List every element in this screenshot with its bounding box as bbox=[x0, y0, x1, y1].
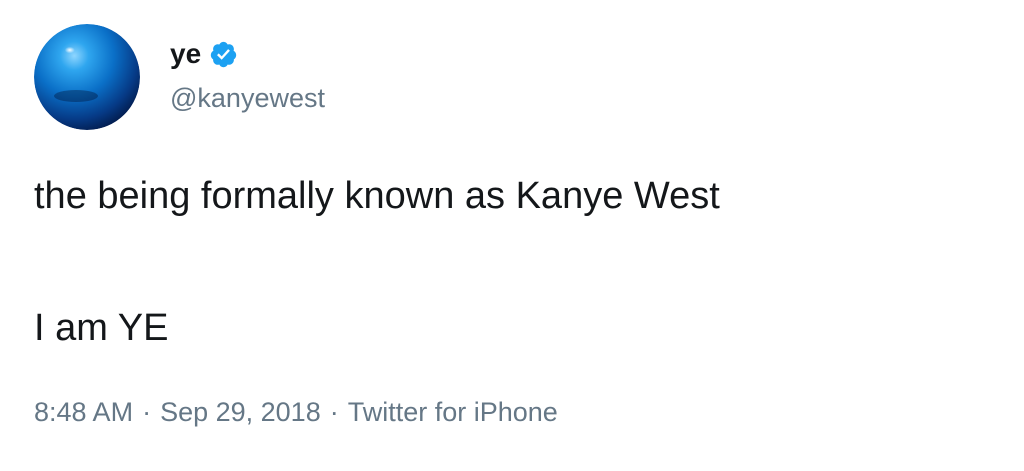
tweet-text-line1: the being formally known as Kanye West bbox=[34, 175, 720, 217]
separator-dot: · bbox=[329, 397, 339, 427]
author-handle[interactable]: @kanyewest bbox=[170, 82, 325, 114]
tweet-text-line2: I am YE bbox=[34, 307, 169, 349]
tweet-time-link[interactable]: 8:48 AM bbox=[34, 397, 133, 427]
tweet-card: ye @kanyewest the being formally known a… bbox=[0, 0, 1024, 471]
separator-dot: · bbox=[142, 397, 152, 427]
author-name-row[interactable]: ye bbox=[170, 38, 238, 70]
tweet-meta: 8:48 AM · Sep 29, 2018 · Twitter for iPhone bbox=[34, 396, 558, 428]
tweet-date-link[interactable]: Sep 29, 2018 bbox=[160, 397, 321, 427]
display-name: ye bbox=[170, 38, 202, 69]
blue-sphere-avatar-icon bbox=[34, 24, 140, 130]
verified-badge-icon bbox=[209, 40, 238, 69]
avatar[interactable] bbox=[34, 24, 140, 130]
tweet-source-link[interactable]: Twitter for iPhone bbox=[348, 397, 558, 427]
